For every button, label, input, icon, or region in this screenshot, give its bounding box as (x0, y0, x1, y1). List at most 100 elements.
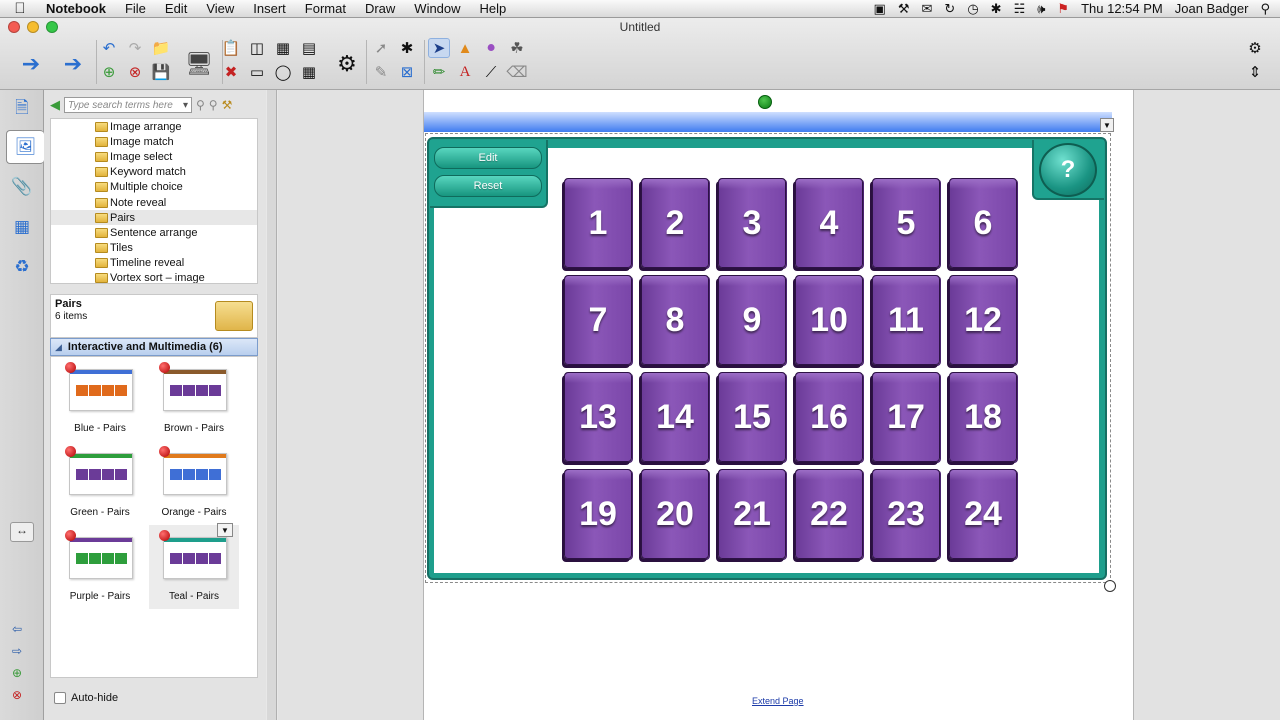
sync-status-icon[interactable]: ↻ (944, 1, 955, 17)
page-sorter-tab-icon[interactable]: 🗎 (6, 92, 38, 126)
close-box-icon[interactable]: ⊠ (396, 62, 418, 82)
wrench-status-icon[interactable]: ⚒ (898, 1, 910, 17)
pair-card[interactable]: 3 (718, 178, 786, 268)
tree-item[interactable]: Image select (51, 149, 257, 164)
volume-icon[interactable]: 🕪 (1037, 1, 1045, 17)
measure-icon[interactable]: ✱ (396, 38, 418, 58)
link-icon[interactable]: ➚ (370, 38, 392, 58)
addons-tab-icon[interactable]: ♻ (6, 250, 38, 284)
apple-menu-icon[interactable]:  (0, 0, 40, 17)
tree-item[interactable]: Image match (51, 134, 257, 149)
pair-card[interactable]: 18 (949, 372, 1017, 462)
next-page-icon[interactable]: ➔ (56, 44, 90, 84)
delete-icon[interactable]: ✖ (220, 62, 242, 82)
open-file-icon[interactable]: 📁 (150, 38, 172, 58)
menu-view[interactable]: View (197, 1, 244, 16)
pair-card[interactable]: 20 (641, 469, 709, 559)
tree-item-selected[interactable]: Pairs (51, 210, 257, 226)
edit-button[interactable]: Edit (434, 147, 542, 169)
dual-page-icon[interactable]: ◫ (246, 38, 268, 58)
category-header[interactable]: ◢ Interactive and Multimedia (6) (50, 338, 258, 356)
menu-edit[interactable]: Edit (156, 1, 197, 16)
pair-card[interactable]: 11 (872, 275, 940, 365)
pair-card[interactable]: 14 (641, 372, 709, 462)
spotlight-icon[interactable]: ⚲ (1260, 1, 1270, 17)
screen-shade-icon[interactable]: ▤ (298, 38, 320, 58)
menu-insert[interactable]: Insert (244, 1, 296, 16)
panel-splitter[interactable] (267, 90, 277, 720)
auto-hide-option[interactable]: Auto-hide (54, 692, 118, 704)
pair-card[interactable]: 7 (564, 275, 632, 365)
pair-card[interactable]: 24 (949, 469, 1017, 559)
gallery-tab-icon[interactable]: 🖼 (6, 130, 44, 164)
undo-icon[interactable]: ↶ (98, 38, 120, 58)
add-page-icon[interactable]: ⊕ (98, 62, 120, 82)
left-arrow-icon[interactable]: ⇦ (12, 622, 22, 636)
help-button[interactable]: ? (1039, 143, 1097, 197)
camera-status-icon[interactable]: ▣ (874, 1, 886, 17)
pair-card[interactable]: 13 (564, 372, 632, 462)
menu-app[interactable]: Notebook (40, 1, 116, 16)
clock[interactable]: Thu 12:54 PM (1081, 1, 1163, 16)
tree-item[interactable]: Image arrange (51, 119, 257, 134)
pair-card[interactable]: 8 (641, 275, 709, 365)
object-menu-icon[interactable]: ▼ (1100, 118, 1114, 132)
wrench-icon[interactable]: ⚒ (222, 98, 233, 112)
properties-icon[interactable]: ⚙ (330, 44, 364, 84)
gallery-thumbnail[interactable]: Orange - Pairs (149, 441, 239, 525)
shapes-tool-icon[interactable]: ▲ (454, 38, 476, 58)
previous-page-icon[interactable]: ➔ (14, 44, 48, 84)
tree-item[interactable]: Multiple choice (51, 180, 257, 195)
time-machine-icon[interactable]: ◷ (967, 1, 978, 17)
pair-card[interactable]: 12 (949, 275, 1017, 365)
bluetooth-icon[interactable]: ✱ (991, 1, 1002, 17)
tree-item[interactable]: Keyword match (51, 165, 257, 180)
menu-window[interactable]: Window (405, 1, 470, 16)
paste-icon[interactable]: 📋 (220, 38, 242, 58)
eraser-icon[interactable]: ⌫ (506, 62, 528, 82)
wifi-icon[interactable]: ☵ (1014, 1, 1026, 17)
remove-icon[interactable]: ⊗ (12, 688, 22, 702)
search-icon[interactable]: ⚲ (196, 98, 205, 112)
tree-item[interactable]: Tiles (51, 241, 257, 256)
tree-item[interactable]: Sentence arrange (51, 225, 257, 240)
move-toolbar-icon[interactable]: ⇕ (1244, 62, 1266, 82)
search-input[interactable]: Type search terms here ▾ (64, 97, 192, 113)
magnifier-icon[interactable]: ⚲ (209, 98, 218, 112)
magic-pen-icon[interactable]: ✎ (370, 62, 392, 82)
insert-image-icon[interactable]: ◯ (272, 62, 294, 82)
pens-tool-icon[interactable]: ✏ (428, 62, 450, 82)
text-tool-icon[interactable]: A (454, 62, 476, 82)
pair-card[interactable]: 17 (872, 372, 940, 462)
menu-draw[interactable]: Draw (356, 1, 405, 16)
tree-item[interactable]: Timeline reveal (51, 256, 257, 271)
rotate-handle[interactable] (758, 95, 772, 109)
right-arrow-icon[interactable]: ⇨ (12, 644, 22, 658)
pair-card[interactable]: 16 (795, 372, 863, 462)
mail-status-icon[interactable]: ✉ (922, 1, 933, 17)
menu-format[interactable]: Format (296, 1, 356, 16)
full-screen-icon[interactable]: ▭ (246, 62, 268, 82)
pair-card[interactable]: 6 (949, 178, 1017, 268)
pair-card[interactable]: 19 (564, 469, 632, 559)
chevron-down-icon[interactable]: ▾ (183, 100, 188, 111)
back-arrow-icon[interactable]: ◀ (50, 97, 60, 113)
table-icon[interactable]: ▦ (298, 62, 320, 82)
extend-page-link[interactable]: Extend Page (752, 696, 804, 706)
gear-icon[interactable]: ⚙ (1244, 38, 1266, 58)
tree-item[interactable]: Note reveal (51, 195, 257, 210)
attachments-tab-icon[interactable]: 📎 (6, 170, 38, 204)
gallery-thumbnail[interactable]: Green - Pairs (55, 441, 145, 525)
pair-card[interactable]: 9 (718, 275, 786, 365)
reset-button[interactable]: Reset (434, 175, 542, 197)
auto-hide-checkbox[interactable] (54, 692, 66, 704)
gallery-thumbnail[interactable]: ▼ Teal - Pairs (149, 523, 239, 609)
pair-card[interactable]: 15 (718, 372, 786, 462)
save-icon[interactable]: 💾 (150, 62, 172, 82)
gallery-thumbnail[interactable]: Brown - Pairs (149, 357, 239, 441)
select-tool-icon[interactable]: ➤ (428, 38, 450, 58)
eraser-tool-icon[interactable]: ⚫ (480, 38, 502, 58)
expand-panel-icon[interactable]: ↔ (10, 522, 34, 542)
properties-tab-icon[interactable]: ▦ (6, 210, 38, 244)
pair-card[interactable]: 5 (872, 178, 940, 268)
